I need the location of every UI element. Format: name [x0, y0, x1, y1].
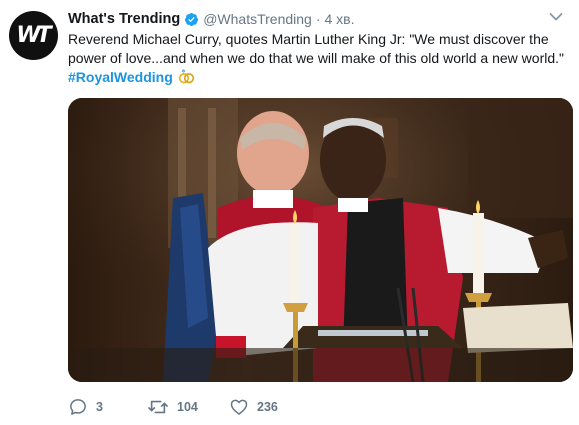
- heart-icon: [230, 399, 248, 415]
- tweet-text-line: power of love...and when we do that we w…: [68, 50, 564, 66]
- like-button[interactable]: 236: [229, 397, 278, 417]
- chevron-down-icon[interactable]: [549, 12, 563, 22]
- avatar-logo-text: WT: [16, 23, 51, 48]
- avatar[interactable]: WT: [9, 11, 58, 60]
- reply-button[interactable]: 3: [68, 397, 147, 417]
- tweet-actions: 3 104 236: [68, 396, 278, 418]
- verified-badge-icon: [185, 12, 199, 26]
- tweet-header: What's Trending @WhatsTrending · 4 хв.: [68, 9, 355, 29]
- reply-icon: [70, 399, 86, 415]
- reply-count: 3: [96, 400, 103, 414]
- tweet-media-image[interactable]: [68, 98, 573, 382]
- tweet-timestamp[interactable]: 4 хв.: [325, 11, 355, 27]
- meta-separator: ·: [315, 11, 321, 27]
- media-photo: [68, 98, 573, 382]
- tweet[interactable]: WT What's Trending @WhatsTrending · 4 хв…: [0, 0, 579, 425]
- tweet-text-line: Reverend Michael Curry, quotes Martin Lu…: [68, 31, 549, 47]
- retweet-button[interactable]: 104: [147, 397, 229, 417]
- like-count: 236: [257, 400, 278, 414]
- author-name[interactable]: What's Trending: [68, 11, 180, 27]
- tweet-text: Reverend Michael Curry, quotes Martin Lu…: [68, 30, 568, 87]
- author-handle[interactable]: @WhatsTrending: [203, 11, 312, 27]
- wedding-rings-icon: [178, 69, 194, 84]
- retweet-icon: [148, 400, 168, 414]
- retweet-count: 104: [177, 400, 198, 414]
- hashtag-link[interactable]: #RoyalWedding: [68, 69, 173, 85]
